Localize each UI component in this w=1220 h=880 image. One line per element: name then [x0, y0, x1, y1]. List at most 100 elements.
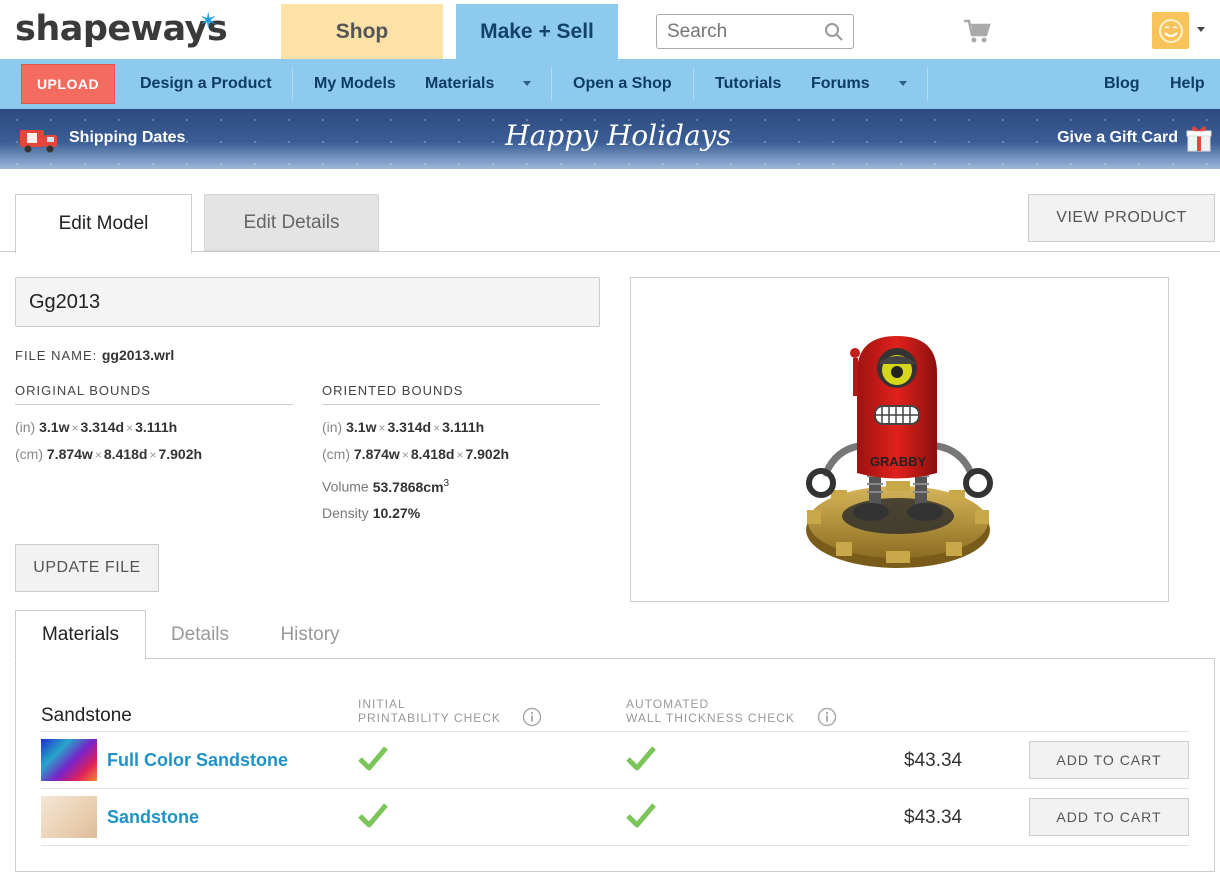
density: Density 10.27%	[322, 505, 420, 521]
header-line: AUTOMATED	[626, 697, 710, 711]
search-box	[656, 14, 854, 49]
times-icon: ×	[433, 421, 441, 435]
width-value: 7.874w	[353, 446, 400, 462]
tab-edit-details[interactable]: Edit Details	[204, 194, 379, 251]
nav-help[interactable]: Help	[1170, 59, 1205, 109]
full-color-sandstone-swatch	[41, 739, 97, 781]
file-name: FILE NAME: gg2013.wrl	[15, 347, 174, 363]
top-header: shapeways ✶ Shop Make + Sell	[0, 0, 1220, 59]
depth-value: 8.418d	[103, 446, 148, 462]
logo-star-icon: ✶	[199, 8, 218, 33]
main-nav: UPLOAD Design a Product My Models Materi…	[0, 59, 1220, 109]
nav-materials[interactable]: Materials	[425, 59, 494, 109]
robot-label: GRABBY	[870, 454, 927, 469]
sandstone-swatch	[41, 796, 97, 838]
tab-materials[interactable]: Materials	[15, 610, 146, 660]
gift-icon[interactable]	[1186, 124, 1212, 152]
width-value: 3.1w	[39, 419, 70, 435]
material-full-color-sandstone-link[interactable]: Full Color Sandstone	[107, 750, 288, 771]
nav-divider	[927, 68, 928, 100]
density-label: Density	[322, 505, 369, 521]
check-icon	[626, 746, 656, 771]
check-icon	[626, 803, 656, 828]
volume: Volume 53.7868cm3	[322, 478, 449, 495]
cart-icon[interactable]	[963, 18, 991, 44]
material-group-title: Sandstone	[41, 705, 132, 726]
row-divider	[41, 845, 1189, 846]
price: $43.34	[904, 750, 963, 771]
smiley-icon	[1158, 18, 1183, 43]
check-icon	[358, 803, 388, 828]
add-to-cart-button[interactable]: ADD TO CART	[1029, 798, 1189, 836]
update-file-button[interactable]: UPDATE FILE	[15, 544, 159, 592]
header-line: INITIAL	[358, 697, 406, 711]
nav-tutorials[interactable]: Tutorials	[715, 59, 781, 109]
nav-my-models[interactable]: My Models	[314, 59, 396, 109]
model-name-input[interactable]: Gg2013	[15, 277, 600, 327]
nav-forums[interactable]: Forums	[811, 59, 870, 109]
chevron-down-icon[interactable]	[1197, 27, 1205, 32]
check-icon	[358, 746, 388, 771]
model-preview[interactable]: GRABBY	[630, 277, 1169, 602]
volume-value: 53.7868cm	[372, 478, 444, 495]
happy-holidays-title: Happy Holidays	[505, 119, 731, 152]
nav-divider	[693, 68, 694, 100]
nav-open-a-shop[interactable]: Open a Shop	[573, 59, 672, 109]
times-icon: ×	[456, 448, 464, 462]
gift-card-link[interactable]: Give a Gift Card	[1057, 129, 1178, 147]
file-name-value: gg2013.wrl	[101, 347, 175, 363]
upload-button[interactable]: UPLOAD	[21, 64, 115, 104]
search-icon[interactable]	[824, 22, 844, 42]
original-bounds-cm: (cm) 7.874w × 8.418d × 7.902h	[15, 446, 202, 462]
initial-printability-header: INITIAL PRINTABILITY CHECK	[358, 697, 501, 725]
times-icon: ×	[149, 448, 157, 462]
unit-label: (in)	[322, 419, 343, 435]
times-icon: ×	[94, 448, 102, 462]
height-value: 3.111h	[442, 419, 485, 435]
oriented-bounds-in: (in) 3.1w × 3.314d × 3.111h	[322, 419, 484, 435]
tab-shop[interactable]: Shop	[281, 4, 443, 59]
height-value: 3.111h	[135, 419, 178, 435]
times-icon: ×	[378, 421, 386, 435]
row-divider	[41, 731, 1189, 732]
nav-blog[interactable]: Blog	[1104, 59, 1140, 109]
height-value: 7.902h	[158, 446, 203, 462]
file-name-label: FILE NAME:	[15, 348, 98, 363]
materials-chevron-down-icon[interactable]	[523, 81, 531, 86]
row-divider	[41, 788, 1189, 789]
forums-chevron-down-icon[interactable]	[899, 81, 907, 86]
tab-details[interactable]: Details	[160, 610, 240, 659]
search-input[interactable]	[667, 19, 817, 44]
add-to-cart-button[interactable]: ADD TO CART	[1029, 741, 1189, 779]
unit-label: (cm)	[322, 446, 350, 462]
header-line: WALL THICKNESS CHECK	[626, 711, 795, 725]
depth-value: 3.314d	[387, 419, 432, 435]
depth-value: 3.314d	[80, 419, 125, 435]
unit-label: (cm)	[15, 446, 43, 462]
nav-divider	[551, 68, 552, 100]
times-icon: ×	[126, 421, 134, 435]
robot-model-image: GRABBY	[806, 336, 993, 568]
height-value: 7.902h	[465, 446, 510, 462]
depth-value: 8.418d	[410, 446, 455, 462]
tab-edit-model[interactable]: Edit Model	[15, 194, 192, 253]
nav-design-a-product[interactable]: Design a Product	[140, 59, 272, 109]
volume-exponent: 3	[443, 478, 450, 489]
width-value: 3.1w	[346, 419, 377, 435]
shapeways-logo[interactable]: shapeways	[15, 9, 228, 49]
info-icon[interactable]	[522, 707, 542, 727]
header-line: PRINTABILITY CHECK	[358, 711, 501, 725]
width-value: 7.874w	[46, 446, 93, 462]
material-sandstone-link[interactable]: Sandstone	[107, 807, 199, 828]
tab-make-sell[interactable]: Make + Sell	[456, 4, 618, 59]
info-icon[interactable]	[817, 707, 837, 727]
avatar[interactable]	[1152, 12, 1189, 49]
volume-label: Volume	[322, 478, 369, 495]
density-value: 10.27%	[372, 505, 421, 521]
nav-divider	[292, 68, 293, 100]
price: $43.34	[904, 807, 963, 828]
tab-history[interactable]: History	[270, 610, 350, 659]
times-icon: ×	[401, 448, 409, 462]
view-product-button[interactable]: VIEW PRODUCT	[1028, 194, 1215, 242]
oriented-bounds-heading: ORIENTED BOUNDS	[322, 383, 600, 405]
